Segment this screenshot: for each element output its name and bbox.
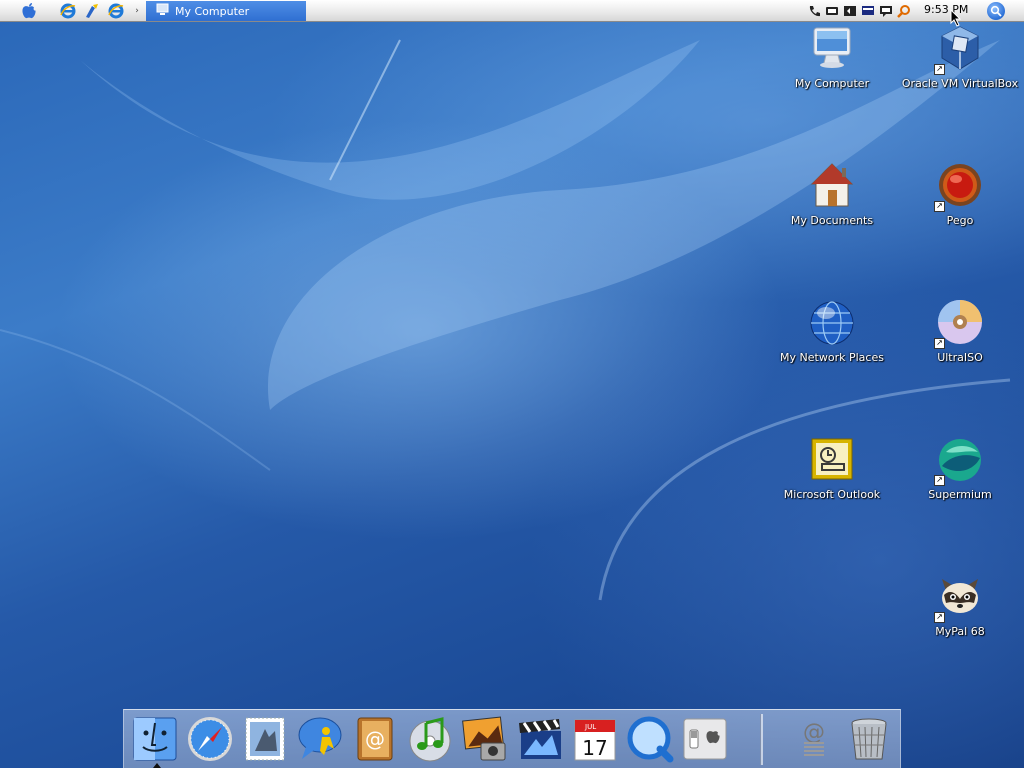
desktop-icon-microsoft-outlook[interactable]: Microsoft Outlook bbox=[768, 436, 896, 501]
desktop-icon-oracle-vm-virtualbox[interactable]: ↗ Oracle VM VirtualBox bbox=[896, 25, 1024, 90]
at-spring-icon: @ bbox=[803, 720, 825, 756]
search-icon bbox=[990, 5, 1002, 17]
internet-explorer-icon bbox=[60, 3, 76, 19]
pego-icon: ↗ bbox=[934, 162, 984, 212]
spotlight-search-button[interactable] bbox=[987, 2, 1005, 20]
supermium-icon: ↗ bbox=[934, 436, 984, 486]
volume-icon[interactable] bbox=[842, 3, 858, 19]
quicklaunch-internet-explorer[interactable] bbox=[58, 2, 78, 20]
disc-icon: ↗ bbox=[934, 299, 984, 349]
chat-bubble-icon bbox=[298, 717, 342, 759]
desktop-icon-label: UltraISO bbox=[937, 351, 983, 364]
dock-item-finder[interactable] bbox=[129, 713, 181, 765]
system-tray bbox=[806, 3, 912, 19]
desktop-icon-ultraiso[interactable]: ↗ UltraISO bbox=[896, 299, 1024, 364]
dock: @ JUL 17 @ bbox=[123, 709, 901, 768]
display-icon[interactable] bbox=[860, 3, 876, 19]
desktop-icon-label: My Documents bbox=[790, 214, 874, 227]
menu-bar: › My Computer 9:53 PM bbox=[0, 0, 1024, 22]
network-globe-icon bbox=[808, 299, 856, 347]
calendar-icon: JUL 17 bbox=[574, 719, 616, 761]
trash-icon bbox=[851, 718, 887, 760]
desktop-icon-my-documents[interactable]: My Documents bbox=[768, 162, 896, 227]
shortcut-arrow-icon: ↗ bbox=[934, 475, 945, 486]
desktop-icon-label: Supermium bbox=[928, 488, 992, 501]
outlook-icon bbox=[808, 436, 856, 484]
taskbar-button-my-computer[interactable]: My Computer bbox=[146, 1, 306, 21]
apple-menu-button[interactable] bbox=[18, 2, 40, 20]
network-adapter-icon[interactable] bbox=[824, 3, 840, 19]
dock-item-quicktime[interactable] bbox=[624, 713, 676, 765]
desktop-icon-supermium[interactable]: ↗ Supermium bbox=[896, 436, 1024, 501]
dock-item-iphoto[interactable] bbox=[459, 713, 511, 765]
desktop-icon-mypal-68[interactable]: ↗ MyPal 68 bbox=[896, 573, 1024, 638]
mail-stamp-icon bbox=[245, 717, 285, 761]
dock-item-itunes[interactable] bbox=[404, 713, 456, 765]
pen-icon bbox=[86, 4, 98, 18]
desktop-icon-label: Microsoft Outlook bbox=[783, 488, 881, 501]
shortcut-arrow-icon: ↗ bbox=[934, 64, 945, 75]
mouse-cursor-icon bbox=[950, 9, 962, 27]
dock-item-mail-spring[interactable]: @ bbox=[788, 713, 840, 765]
clapperboard-icon bbox=[519, 719, 561, 759]
desktop-icon-pego[interactable]: ↗ Pego bbox=[896, 162, 1024, 227]
address-book-icon: @ bbox=[357, 717, 393, 761]
dock-separator bbox=[760, 714, 763, 765]
chat-icon[interactable] bbox=[878, 3, 894, 19]
shortcut-arrow-icon: ↗ bbox=[934, 338, 945, 349]
desktop-icon-label: MyPal 68 bbox=[935, 625, 985, 638]
desktop-icon-label: Pego bbox=[946, 214, 974, 227]
shortcut-arrow-icon: ↗ bbox=[934, 612, 945, 623]
raccoon-icon: ↗ bbox=[934, 573, 984, 623]
internet-explorer-icon bbox=[108, 3, 124, 19]
dock-item-safari[interactable] bbox=[184, 713, 236, 765]
quicklaunch-show-desktop[interactable] bbox=[82, 2, 102, 20]
computer-icon bbox=[156, 3, 169, 19]
calendar-day: 17 bbox=[582, 736, 607, 760]
wallpaper-swirls bbox=[0, 39, 1011, 601]
desktop-wallpaper[interactable] bbox=[0, 0, 1024, 768]
apple-logo-icon bbox=[22, 3, 36, 19]
desktop-icon-label: Oracle VM VirtualBox bbox=[901, 77, 1019, 90]
search-tool-icon[interactable] bbox=[896, 3, 912, 19]
quicklaunch-more-button[interactable]: › bbox=[132, 2, 142, 20]
finder-icon bbox=[133, 717, 177, 761]
running-indicator bbox=[153, 763, 161, 768]
quicklaunch-browser[interactable] bbox=[106, 2, 126, 20]
desktop-icon-label: My Network Places bbox=[780, 351, 884, 364]
desktop-icon-label: My Computer bbox=[794, 77, 870, 90]
dock-item-system-preferences[interactable] bbox=[679, 713, 731, 765]
computer-icon bbox=[808, 25, 856, 73]
virtualbox-icon: ↗ bbox=[934, 25, 984, 75]
compass-icon bbox=[188, 717, 232, 761]
dock-item-address-book[interactable]: @ bbox=[349, 713, 401, 765]
home-icon bbox=[808, 162, 856, 210]
phone-icon[interactable] bbox=[806, 3, 822, 19]
switch-icon bbox=[683, 718, 727, 760]
itunes-icon bbox=[409, 717, 451, 762]
calendar-month: JUL bbox=[584, 723, 596, 731]
desktop-icon-my-network-places[interactable]: My Network Places bbox=[768, 299, 896, 364]
taskbar-button-label: My Computer bbox=[175, 4, 250, 18]
dock-item-ical[interactable]: JUL 17 bbox=[569, 713, 621, 765]
quicktime-icon bbox=[627, 716, 674, 763]
shortcut-arrow-icon: ↗ bbox=[934, 201, 945, 212]
desktop-icon-my-computer[interactable]: My Computer bbox=[768, 25, 896, 90]
dock-item-mail[interactable] bbox=[239, 713, 291, 765]
svg-text:@: @ bbox=[365, 727, 385, 751]
dock-item-ichat[interactable] bbox=[294, 713, 346, 765]
dock-item-imovie[interactable] bbox=[514, 713, 566, 765]
mail-glyph: @ bbox=[803, 720, 825, 745]
iphoto-icon bbox=[462, 716, 506, 761]
dock-item-trash[interactable] bbox=[843, 713, 895, 765]
